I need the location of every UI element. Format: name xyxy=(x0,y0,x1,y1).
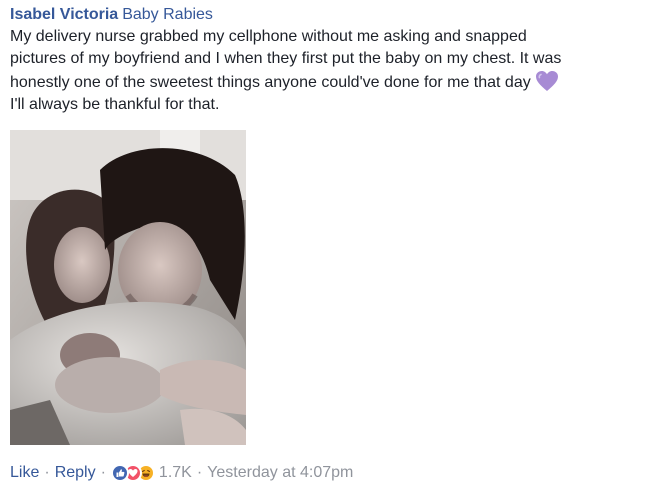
group-name[interactable]: Baby Rabies xyxy=(122,6,213,23)
comment: Isabel Victoria Baby Rabies My delivery n… xyxy=(10,4,660,116)
comment-header: Isabel Victoria Baby Rabies xyxy=(10,4,660,26)
like-reaction-icon xyxy=(110,464,129,482)
purple-heart-icon xyxy=(535,70,559,92)
comment-line-3: honestly one of the sweetest things anyo… xyxy=(10,74,531,91)
comment-line-2: pictures of my boyfriend and I when they… xyxy=(10,50,562,67)
newborn-photo[interactable] xyxy=(10,130,246,445)
separator: · xyxy=(44,464,50,481)
author-name[interactable]: Isabel Victoria xyxy=(10,6,118,23)
comment-line-1: My delivery nurse grabbed my cellphone w… xyxy=(10,28,527,45)
reactions-summary[interactable] xyxy=(110,464,155,482)
like-link[interactable]: Like xyxy=(10,462,39,484)
reply-link[interactable]: Reply xyxy=(55,462,96,484)
timestamp[interactable]: Yesterday at 4:07pm xyxy=(207,462,353,484)
separator: · xyxy=(196,464,203,481)
comment-line-4: I'll always be thankful for that. xyxy=(10,96,220,113)
separator: · xyxy=(100,464,106,481)
comment-actions: Like · Reply · 1.7K · Yesterday at 4:07p… xyxy=(10,462,353,484)
comment-text: My delivery nurse grabbed my cellphone w… xyxy=(10,26,660,116)
reaction-count[interactable]: 1.7K xyxy=(159,462,192,484)
